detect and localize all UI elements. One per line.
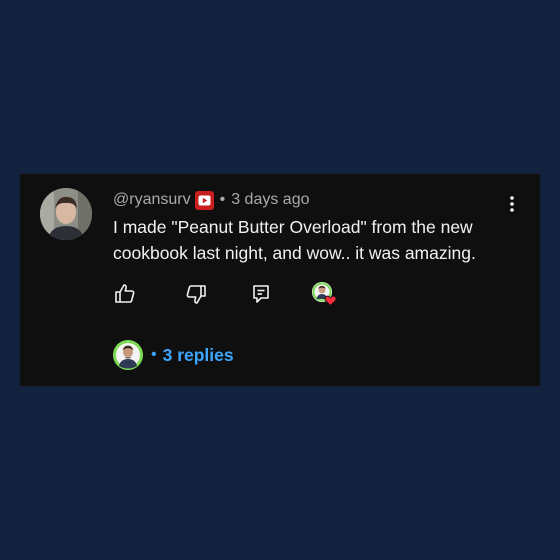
timestamp[interactable]: 3 days ago [231, 191, 309, 209]
member-badge-icon [194, 190, 214, 210]
creator-heart-icon [312, 282, 338, 308]
comment-card: @ryansurv • 3 days ago I made "Peanut Bu… [20, 174, 540, 386]
replies-count-label[interactable]: 3 replies [163, 345, 234, 366]
comment-meta: @ryansurv • 3 days ago [113, 188, 309, 212]
view-replies-button[interactable]: • 3 replies [113, 340, 234, 370]
username[interactable]: @ryansurv [113, 191, 191, 209]
thumbs-up-icon[interactable] [113, 282, 137, 306]
more-vert-icon[interactable] [506, 194, 518, 214]
replies-separator: • [151, 346, 157, 363]
comment-text: I made "Peanut Butter Overload" from the… [113, 217, 476, 263]
thumbs-down-icon[interactable] [184, 282, 208, 306]
reply-icon[interactable] [249, 282, 273, 306]
creator-avatar [113, 340, 143, 370]
heart-icon [324, 294, 337, 307]
user-avatar[interactable] [40, 188, 92, 240]
meta-separator: • [219, 191, 226, 208]
page: @ryansurv • 3 days ago I made "Peanut Bu… [0, 0, 560, 560]
